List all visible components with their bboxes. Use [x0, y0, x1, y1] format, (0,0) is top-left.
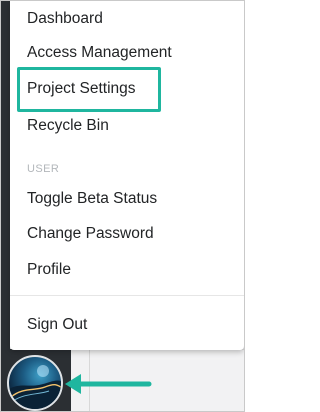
menu-item-recycle-bin[interactable]: Recycle Bin	[10, 111, 244, 141]
menu-item-dashboard[interactable]: Dashboard	[10, 4, 244, 34]
menu-item-toggle-beta-status[interactable]: Toggle Beta Status	[10, 184, 244, 214]
app-frame: Dashboard Access Management Project Sett…	[0, 0, 245, 412]
user-dropdown-menu: Dashboard Access Management Project Sett…	[10, 1, 244, 350]
menu-item-change-password[interactable]: Change Password	[10, 219, 244, 249]
menu-item-label: Dashboard	[27, 10, 103, 27]
highlight-annotation-box	[17, 67, 161, 112]
avatar-image	[9, 365, 61, 409]
menu-item-sign-out[interactable]: Sign Out	[10, 310, 244, 340]
menu-item-label: Access Management	[27, 44, 172, 61]
menu-item-label: Profile	[27, 261, 71, 278]
menu-divider	[10, 295, 244, 296]
user-avatar[interactable]	[7, 355, 63, 411]
section-label-user: USER	[27, 163, 60, 175]
menu-item-label: Change Password	[27, 225, 154, 242]
arrow-left-icon	[65, 374, 152, 394]
menu-item-access-management[interactable]: Access Management	[10, 38, 244, 68]
menu-item-label: Toggle Beta Status	[27, 190, 158, 207]
menu-item-profile[interactable]: Profile	[10, 255, 244, 285]
menu-item-label: Recycle Bin	[27, 117, 109, 134]
menu-item-label: Sign Out	[27, 316, 88, 333]
